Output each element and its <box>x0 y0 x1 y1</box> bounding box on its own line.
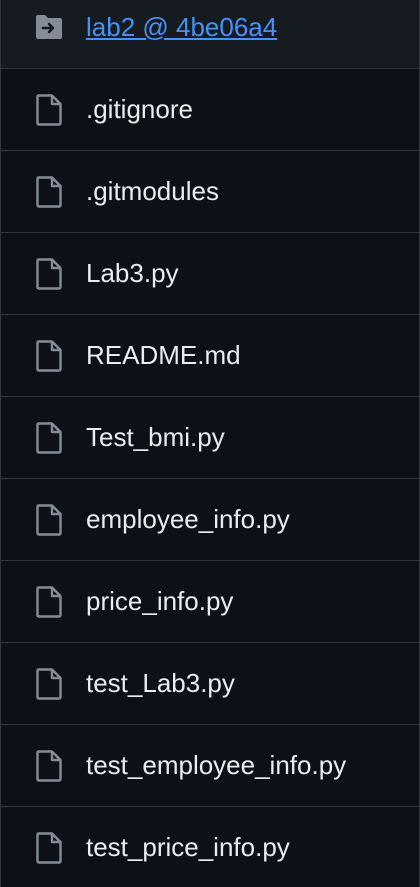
file-icon <box>34 503 64 536</box>
file-name[interactable]: test_Lab3.py <box>86 668 235 699</box>
file-icon <box>34 339 64 372</box>
file-row[interactable]: README.md <box>1 314 419 396</box>
submodule-link[interactable]: lab2 @ 4be06a4 <box>86 12 277 43</box>
file-icon <box>34 749 64 782</box>
file-name[interactable]: Test_bmi.py <box>86 422 225 453</box>
file-icon <box>34 93 64 126</box>
file-row[interactable]: price_info.py <box>1 560 419 642</box>
file-icon <box>34 175 64 208</box>
file-icon <box>34 257 64 290</box>
file-name[interactable]: price_info.py <box>86 586 233 617</box>
file-name[interactable]: .gitmodules <box>86 176 219 207</box>
file-name[interactable]: .gitignore <box>86 94 193 125</box>
file-name[interactable]: README.md <box>86 340 241 371</box>
submodule-folder-icon <box>34 12 64 42</box>
file-icon <box>34 585 64 618</box>
file-name[interactable]: employee_info.py <box>86 504 290 535</box>
file-list: lab2 @ 4be06a4 .gitignore .gitmodules La… <box>0 0 420 887</box>
file-row[interactable]: test_employee_info.py <box>1 724 419 806</box>
file-icon <box>34 667 64 700</box>
file-row[interactable]: .gitmodules <box>1 150 419 232</box>
file-name[interactable]: Lab3.py <box>86 258 179 289</box>
file-row[interactable]: Test_bmi.py <box>1 396 419 478</box>
file-row[interactable]: test_price_info.py <box>1 806 419 887</box>
file-row[interactable]: test_Lab3.py <box>1 642 419 724</box>
file-row[interactable]: Lab3.py <box>1 232 419 314</box>
file-icon <box>34 831 64 864</box>
file-name[interactable]: test_price_info.py <box>86 832 290 863</box>
file-icon <box>34 421 64 454</box>
submodule-row[interactable]: lab2 @ 4be06a4 <box>1 0 419 68</box>
file-row[interactable]: .gitignore <box>1 68 419 150</box>
file-row[interactable]: employee_info.py <box>1 478 419 560</box>
file-name[interactable]: test_employee_info.py <box>86 750 346 781</box>
